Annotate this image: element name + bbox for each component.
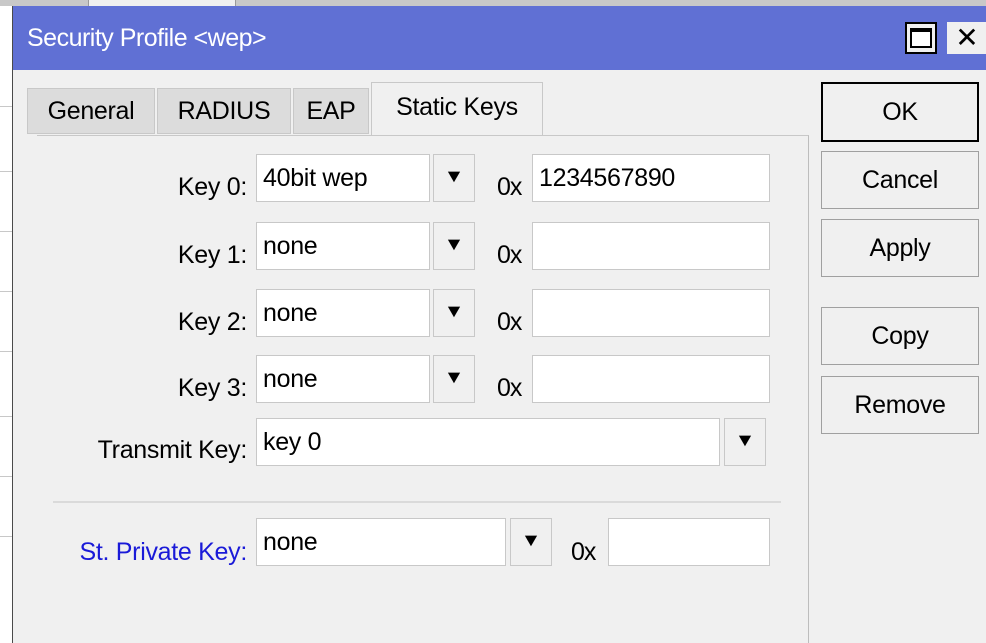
key-0-type-value: 40bit wep [263, 163, 368, 192]
dropdown-arrow-icon: ⯆ [446, 235, 462, 257]
key-1-type-value: none [263, 231, 318, 260]
background-list-line [0, 416, 12, 417]
key-3-value-input[interactable] [532, 355, 770, 403]
private-key-hex-prefix: 0x [571, 538, 596, 566]
cancel-button[interactable]: Cancel [821, 151, 979, 209]
key-0-value-text: 1234567890 [539, 163, 676, 192]
background-list-line [0, 476, 12, 477]
key-3-type-value: none [263, 364, 318, 393]
tab-general[interactable]: General [27, 88, 155, 134]
background-list-line [0, 106, 12, 107]
transmit-key-select[interactable]: key 0 [256, 418, 720, 466]
key-0-label: Key 0: [177, 173, 247, 201]
tab-label: EAP [306, 96, 356, 125]
key-1-type-select[interactable]: none [256, 222, 430, 270]
key-2-type-select[interactable]: none [256, 289, 430, 337]
private-key-value-input[interactable] [608, 518, 770, 566]
title-bar[interactable]: Security Profile <wep> ✕ [13, 6, 986, 70]
key-2-type-value: none [263, 298, 318, 327]
close-button[interactable]: ✕ [947, 22, 986, 54]
background-list-line [0, 171, 12, 172]
tab-label: RADIUS [177, 96, 271, 125]
ok-button[interactable]: OK [821, 82, 979, 142]
key-0-value-input[interactable]: 1234567890 [532, 154, 770, 202]
remove-button[interactable]: Remove [821, 376, 979, 434]
dropdown-arrow-icon: ⯆ [446, 167, 462, 189]
cancel-button-label: Cancel [861, 165, 939, 194]
background-list-line [0, 291, 12, 292]
apply-button-label: Apply [869, 233, 931, 262]
key-2-hex-prefix: 0x [497, 308, 522, 336]
maximize-button[interactable] [905, 22, 937, 54]
private-key-label: St. Private Key: [79, 538, 248, 566]
background-list-line [0, 536, 12, 537]
transmit-key-dropdown-button[interactable]: ⯆ [724, 418, 766, 466]
background-list-line [0, 351, 12, 352]
key-0-type-select[interactable]: 40bit wep [256, 154, 430, 202]
key-0-hex-prefix: 0x [497, 173, 522, 201]
key-3-label: Key 3: [177, 374, 247, 402]
private-key-type-select[interactable]: none [256, 518, 506, 566]
key-1-value-input[interactable] [532, 222, 770, 270]
close-icon: ✕ [955, 22, 979, 53]
tab-label: Static Keys [396, 93, 518, 121]
maximize-icon [910, 28, 932, 48]
key-3-hex-prefix: 0x [497, 374, 522, 402]
dropdown-arrow-icon: ⯆ [446, 368, 462, 390]
key-2-dropdown-button[interactable]: ⯆ [433, 289, 475, 337]
key-0-dropdown-button[interactable]: ⯆ [433, 154, 475, 202]
security-profile-dialog: Security Profile <wep> ✕ General RADIUS … [12, 6, 986, 643]
copy-button[interactable]: Copy [821, 307, 979, 365]
background-list [0, 6, 12, 643]
separator [53, 501, 781, 503]
key-1-label: Key 1: [177, 241, 247, 269]
transmit-key-value: key 0 [263, 427, 322, 456]
copy-button-label: Copy [871, 321, 929, 350]
private-key-type-value: none [263, 527, 318, 556]
key-1-dropdown-button[interactable]: ⯆ [433, 222, 475, 270]
ok-button-label: OK [882, 97, 918, 126]
transmit-key-label: Transmit Key: [97, 436, 248, 464]
key-1-hex-prefix: 0x [497, 241, 522, 269]
key-3-type-select[interactable]: none [256, 355, 430, 403]
key-2-label: Key 2: [177, 308, 247, 336]
key-2-value-input[interactable] [532, 289, 770, 337]
dropdown-arrow-icon: ⯆ [737, 431, 753, 453]
dropdown-arrow-icon: ⯆ [523, 531, 539, 553]
tab-eap[interactable]: EAP [293, 88, 369, 134]
tab-radius[interactable]: RADIUS [157, 88, 291, 134]
tab-label: General [47, 96, 135, 125]
apply-button[interactable]: Apply [821, 219, 979, 277]
remove-button-label: Remove [854, 390, 946, 419]
background-list-line [0, 231, 12, 232]
tab-static-keys[interactable]: Static Keys [371, 82, 543, 136]
window-title: Security Profile <wep> [27, 24, 267, 52]
dropdown-arrow-icon: ⯆ [446, 302, 462, 324]
private-key-dropdown-button[interactable]: ⯆ [510, 518, 552, 566]
key-3-dropdown-button[interactable]: ⯆ [433, 355, 475, 403]
